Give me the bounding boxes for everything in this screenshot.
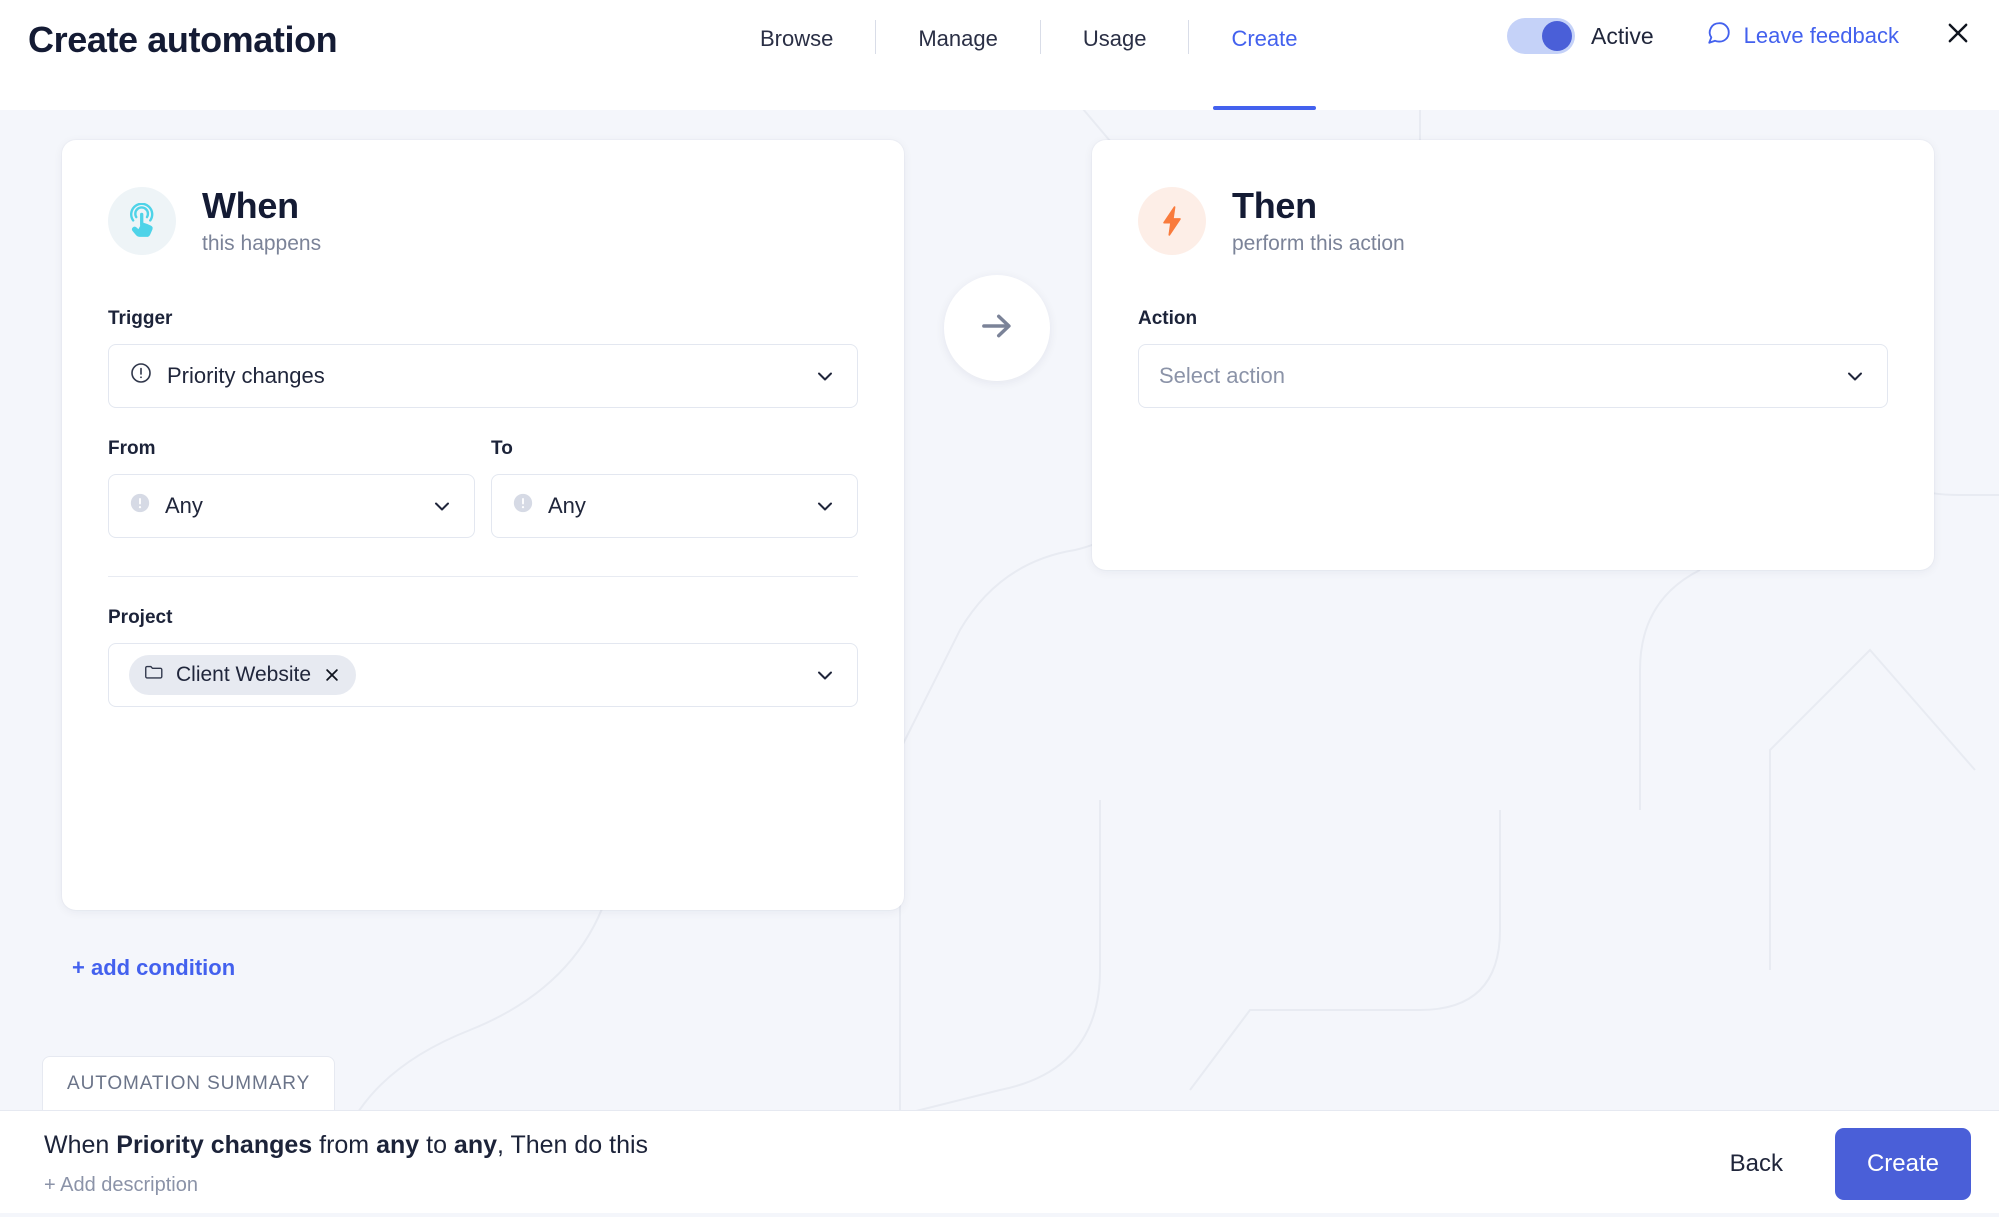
leave-feedback-label: Leave feedback <box>1743 22 1899 48</box>
add-description-button[interactable]: + Add description <box>44 1174 1708 1197</box>
arrow-right-icon <box>976 305 1018 352</box>
action-placeholder: Select action <box>1159 362 1285 388</box>
priority-any-icon <box>512 492 534 519</box>
active-toggle[interactable] <box>1507 18 1576 54</box>
create-automation-screen: Create automation Browse Manage Usage Cr… <box>0 0 1999 1217</box>
summary-part-1: When <box>44 1131 117 1159</box>
to-field: To Any <box>491 438 858 538</box>
priority-any-icon <box>129 492 151 519</box>
summary-bold-from: any <box>376 1131 420 1159</box>
automation-canvas: When this happens Trigger Priority chang… <box>0 110 1999 1110</box>
summary-part-4: , Then do this <box>497 1131 649 1159</box>
from-to-row: From Any To Any <box>108 438 858 538</box>
automation-summary-tab-label: AUTOMATION SUMMARY <box>67 1072 311 1094</box>
chevron-down-icon <box>813 663 837 687</box>
tab-manage-label: Manage <box>918 26 998 51</box>
folder-icon <box>143 661 165 688</box>
tab-browse-label: Browse <box>760 26 834 51</box>
when-title: When <box>202 185 299 226</box>
from-select[interactable]: Any <box>108 473 475 538</box>
project-label: Project <box>108 606 173 628</box>
project-field: Project Client Website <box>108 607 858 707</box>
project-chip-label: Client Website <box>176 662 312 686</box>
then-title: Then <box>1232 185 1317 226</box>
trigger-select[interactable]: Priority changes <box>108 343 858 408</box>
when-card-header: When this happens <box>108 186 858 256</box>
back-button[interactable]: Back <box>1708 1136 1805 1192</box>
when-subtitle: this happens <box>202 231 322 255</box>
when-card-heading: When this happens <box>202 186 321 256</box>
chevron-down-icon <box>1843 364 1867 388</box>
header-actions: Active Leave feedback <box>1507 0 1975 110</box>
trigger-label: Trigger <box>108 307 173 329</box>
to-select[interactable]: Any <box>491 473 858 538</box>
tab-browse[interactable]: Browse <box>718 0 875 110</box>
toggle-knob <box>1542 21 1573 51</box>
action-select[interactable]: Select action <box>1138 343 1888 408</box>
project-chip-remove-button[interactable] <box>322 665 342 685</box>
speech-bubble-icon <box>1706 20 1732 51</box>
automation-summary-tab[interactable]: AUTOMATION SUMMARY <box>42 1056 336 1110</box>
action-label: Action <box>1138 307 1198 329</box>
then-subtitle: perform this action <box>1232 231 1405 255</box>
tab-create-label: Create <box>1231 26 1298 51</box>
from-field: From Any <box>108 438 475 538</box>
chevron-down-icon <box>813 494 837 518</box>
close-icon <box>1944 19 1972 52</box>
chevron-down-icon <box>430 494 454 518</box>
summary-bold-to: any <box>453 1131 498 1159</box>
from-value: Any <box>165 492 203 518</box>
tab-manage[interactable]: Manage <box>876 0 1040 110</box>
tab-create[interactable]: Create <box>1189 0 1339 110</box>
create-button[interactable]: Create <box>1834 1128 1971 1200</box>
page-title: Create automation <box>28 19 338 60</box>
add-condition-button[interactable]: + add condition <box>72 955 235 981</box>
active-toggle-group: Active <box>1507 18 1654 54</box>
connector-arrow-button[interactable] <box>944 275 1050 381</box>
alert-circle-icon <box>129 361 153 390</box>
close-button[interactable] <box>1941 18 1975 52</box>
project-chip: Client Website <box>129 654 357 695</box>
then-card-heading: Then perform this action <box>1232 186 1405 256</box>
project-select[interactable]: Client Website <box>108 642 858 707</box>
then-card: Then perform this action Action Select a… <box>1092 140 1934 570</box>
tab-usage-label: Usage <box>1082 26 1147 51</box>
from-label: From <box>108 437 156 459</box>
trigger-field: Trigger Priority changes <box>108 308 858 408</box>
action-field: Action Select action <box>1138 308 1888 408</box>
summary-bold-trigger: Priority changes <box>116 1131 313 1159</box>
trigger-value: Priority changes <box>167 362 325 388</box>
summary-part-3: to <box>419 1131 454 1159</box>
then-card-header: Then perform this action <box>1138 186 1888 256</box>
tab-usage[interactable]: Usage <box>1041 0 1189 110</box>
active-toggle-label: Active <box>1591 22 1654 49</box>
tap-gesture-icon <box>108 186 176 255</box>
footer-actions: Back Create <box>1708 1128 1971 1200</box>
app-header: Create automation Browse Manage Usage Cr… <box>0 0 1999 110</box>
lightning-bolt-icon <box>1138 186 1206 255</box>
leave-feedback-button[interactable]: Leave feedback <box>1706 20 1899 51</box>
summary-part-2: from <box>312 1131 377 1159</box>
to-value: Any <box>548 492 586 518</box>
footer-bar: When Priority changes from any to any, T… <box>0 1110 1999 1217</box>
automation-summary-sentence: When Priority changes from any to any, T… <box>44 1131 1708 1160</box>
bottom-strip <box>0 1213 1999 1217</box>
to-label: To <box>491 437 513 459</box>
chevron-down-icon <box>813 364 837 388</box>
header-nav: Browse Manage Usage Create <box>718 0 1340 110</box>
footer-summary: When Priority changes from any to any, T… <box>44 1131 1708 1197</box>
when-card: When this happens Trigger Priority chang… <box>62 140 904 910</box>
section-divider <box>108 575 858 577</box>
